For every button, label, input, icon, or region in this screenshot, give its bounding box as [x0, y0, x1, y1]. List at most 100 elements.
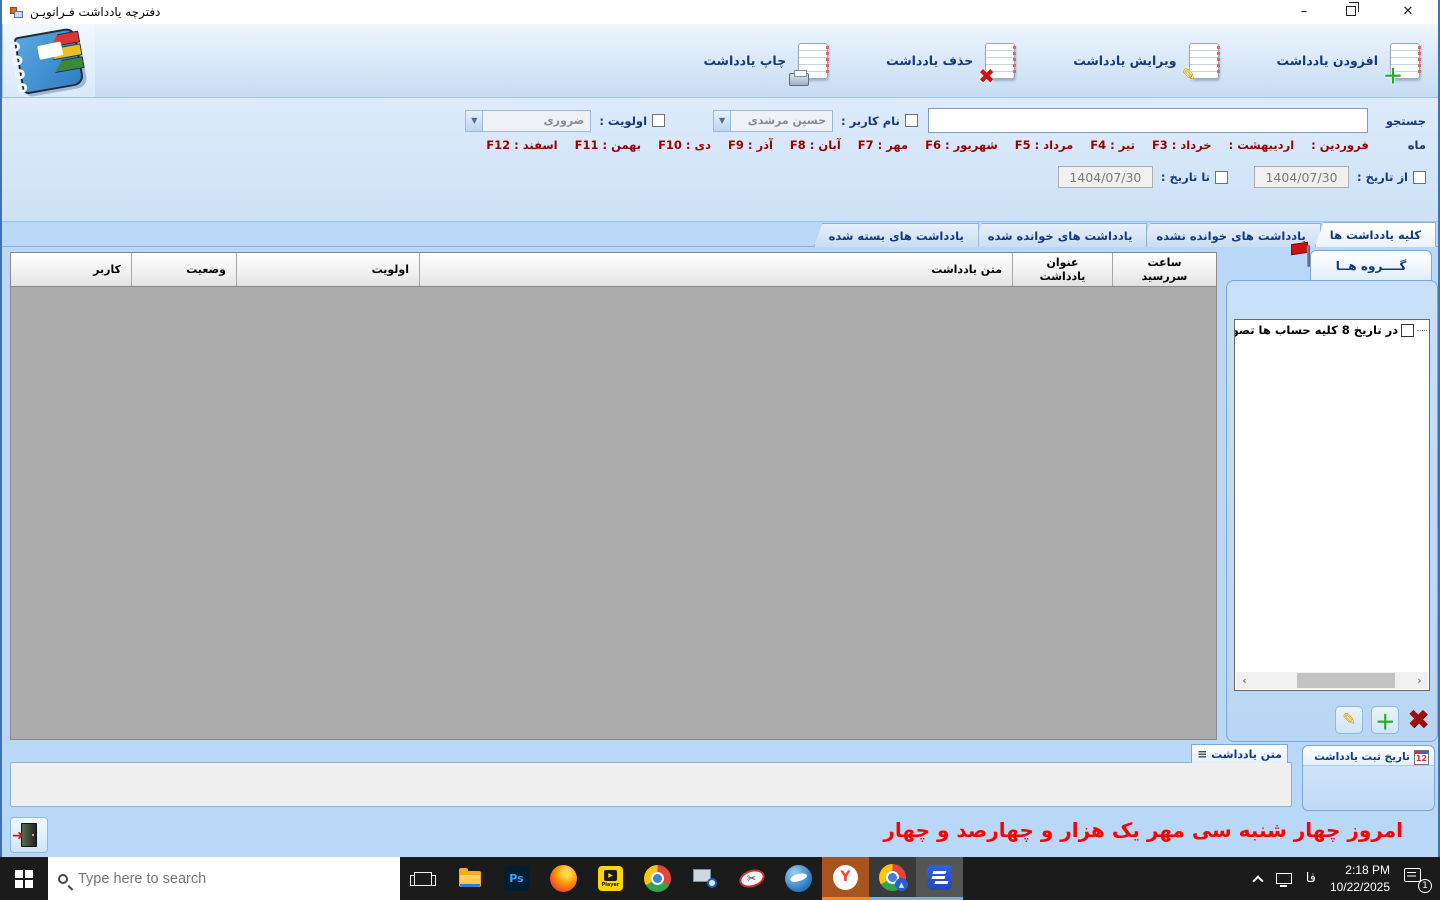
month-label: ماه: [1408, 138, 1426, 152]
from-date-checkbox[interactable]: [1413, 171, 1426, 184]
pencil-icon: ✎: [1342, 710, 1356, 730]
photoshop-button[interactable]: Ps: [493, 857, 540, 900]
month-ordibehesht[interactable]: اردیبهشت :: [1229, 138, 1295, 152]
scrollbar-track[interactable]: [1253, 672, 1411, 689]
priority-combobox[interactable]: ضروری ▼: [465, 110, 591, 132]
month-khordad[interactable]: خرداد : F3: [1152, 138, 1212, 152]
network-search-button[interactable]: [681, 857, 728, 900]
notebook-app-taskbar-button[interactable]: [916, 857, 963, 900]
month-tir[interactable]: تیر : F4: [1090, 138, 1135, 152]
month-esfand[interactable]: اسفند : F12: [486, 138, 557, 152]
delete-note-button[interactable]: ✖ حذف یادداشت: [886, 43, 1015, 79]
column-header-user[interactable]: کاربر: [11, 253, 131, 286]
app-window: دفترچه یادداشت فـرانویـن – ✕ ＋ افزودن یا…: [0, 0, 1440, 857]
from-date-field[interactable]: 1404/07/30: [1254, 166, 1349, 188]
taskbar-search-input[interactable]: [78, 871, 390, 887]
notebook-app-icon: [927, 865, 952, 890]
month-azar[interactable]: آذر : F9: [728, 138, 773, 152]
add-group-button[interactable]: ＋: [1371, 706, 1399, 734]
add-note-icon: ＋: [1390, 43, 1420, 79]
chevron-down-icon[interactable]: ▼: [466, 111, 483, 131]
groups-treeview[interactable]: در تاریخ 8 کلیه حساب ها تصو ‹ ›: [1234, 319, 1430, 691]
note-text-area[interactable]: [10, 762, 1292, 807]
add-note-button[interactable]: ＋ افزودن یادداشت: [1277, 43, 1420, 79]
restore-button[interactable]: [1346, 0, 1366, 24]
notification-center-button[interactable]: 1: [1404, 866, 1430, 892]
folder-icon: [459, 871, 481, 887]
scissors-icon: ✂: [737, 866, 767, 890]
firefox-button[interactable]: [540, 857, 587, 900]
month-dey[interactable]: دی : F10: [658, 138, 711, 152]
taskbar-search-box[interactable]: [48, 857, 400, 900]
month-mordad[interactable]: مرداد : F5: [1015, 138, 1074, 152]
search-input[interactable]: [928, 108, 1368, 133]
notebook-logo-icon: [13, 27, 84, 95]
task-view-icon: [414, 872, 432, 886]
to-date-checkbox[interactable]: [1215, 171, 1228, 184]
grid-body-empty[interactable]: [11, 287, 1216, 739]
network-search-icon: [693, 869, 717, 888]
scrollbar-thumb[interactable]: [1297, 673, 1395, 688]
app-logo-panel: [2, 24, 95, 97]
tree-connector: [1417, 330, 1427, 331]
file-explorer-button[interactable]: [446, 857, 493, 900]
column-header-due-time[interactable]: ساعت سررسید: [1112, 253, 1216, 286]
grid-header-row: ساعت سررسید عنوان یادداشت متن یادداشت او…: [11, 253, 1216, 287]
tray-chevron-up-icon[interactable]: [1252, 875, 1263, 886]
username-combobox[interactable]: حسین مرشدی ▼: [713, 110, 833, 132]
today-date-text: امروز چهار شنبه سی مهر یک هزار و چهارصد …: [883, 818, 1403, 842]
column-header-note-text[interactable]: متن یادداشت: [419, 253, 1012, 286]
edit-note-button[interactable]: ✎ ویرایش یادداشت: [1073, 43, 1218, 79]
tab-closed-notes[interactable]: یادداشت های بسته شده: [814, 223, 979, 247]
column-header-priority[interactable]: اولویت: [236, 253, 419, 286]
snipping-tool-button[interactable]: ✂: [728, 857, 775, 900]
group-tree-item[interactable]: در تاریخ 8 کلیه حساب ها تصو: [1235, 320, 1429, 337]
media-player-button[interactable]: ▶ Player: [587, 857, 634, 900]
priority-checkbox[interactable]: [652, 114, 665, 127]
column-header-note-title[interactable]: عنوان یادداشت: [1012, 253, 1112, 286]
print-note-button[interactable]: چاپ یادداشت: [703, 43, 828, 79]
chevron-down-icon[interactable]: ▼: [714, 111, 731, 131]
tray-time: 2:18 PM: [1330, 862, 1390, 878]
task-view-button[interactable]: [400, 857, 446, 900]
messenger-button[interactable]: [775, 857, 822, 900]
notes-tabstrip: کلیه یادداشت ها یادداشت های خوانده نشده …: [2, 222, 1436, 247]
language-indicator[interactable]: فا: [1306, 871, 1316, 886]
network-status-icon[interactable]: [1276, 873, 1292, 884]
clock[interactable]: 2:18 PM 10/22/2025: [1330, 862, 1390, 894]
month-bahman[interactable]: بهمن : F11: [575, 138, 641, 152]
month-shahrivar[interactable]: شهریور : F6: [925, 138, 998, 152]
chrome-button[interactable]: [634, 857, 681, 900]
chrome-profile-button[interactable]: ▲: [869, 857, 916, 900]
status-row: ➜ امروز چهار شنبه سی مهر یک هزار و چهارص…: [2, 812, 1438, 857]
list-icon: ≡: [1197, 747, 1207, 761]
month-farvardin[interactable]: فروردین :: [1311, 138, 1369, 152]
yandex-icon: Y: [833, 865, 858, 890]
month-aban[interactable]: آبان : F8: [790, 138, 841, 152]
yandex-browser-button[interactable]: Y: [822, 857, 869, 900]
scroll-left-arrow[interactable]: ‹: [1236, 672, 1253, 689]
delete-group-button[interactable]: ✖: [1407, 706, 1429, 734]
exit-button[interactable]: ➜: [10, 817, 48, 853]
tab-read-notes[interactable]: یادداشت های خوانده شده: [973, 223, 1148, 247]
delete-note-icon: ✖: [985, 43, 1015, 79]
desktop-screen: دفترچه یادداشت فـرانویـن – ✕ ＋ افزودن یا…: [0, 0, 1440, 900]
tree-horizontal-scrollbar[interactable]: ‹ ›: [1236, 672, 1428, 689]
profile-badge-icon: ▲: [895, 878, 908, 891]
search-icon: [58, 874, 68, 884]
note-text-groupbox-label: متن یادداشت ≡: [1191, 744, 1288, 763]
minimize-button[interactable]: –: [1294, 0, 1314, 24]
edit-group-button[interactable]: ✎: [1335, 706, 1363, 734]
scroll-right-arrow[interactable]: ›: [1411, 672, 1428, 689]
tab-all-notes[interactable]: کلیه یادداشت ها: [1315, 222, 1436, 247]
main-content: ساعت سررسید عنوان یادداشت متن یادداشت او…: [2, 247, 1438, 742]
start-button[interactable]: [0, 857, 48, 900]
close-button[interactable]: ✕: [1398, 0, 1418, 24]
group-item-checkbox[interactable]: [1401, 324, 1414, 337]
month-mehr[interactable]: مهر : F7: [858, 138, 908, 152]
groups-title-tab[interactable]: گــــروه هــا: [1310, 250, 1432, 281]
app-window-icon: [10, 5, 24, 19]
username-checkbox[interactable]: [905, 114, 918, 127]
column-header-status[interactable]: وضعیت: [131, 253, 236, 286]
to-date-field[interactable]: 1404/07/30: [1058, 166, 1153, 188]
